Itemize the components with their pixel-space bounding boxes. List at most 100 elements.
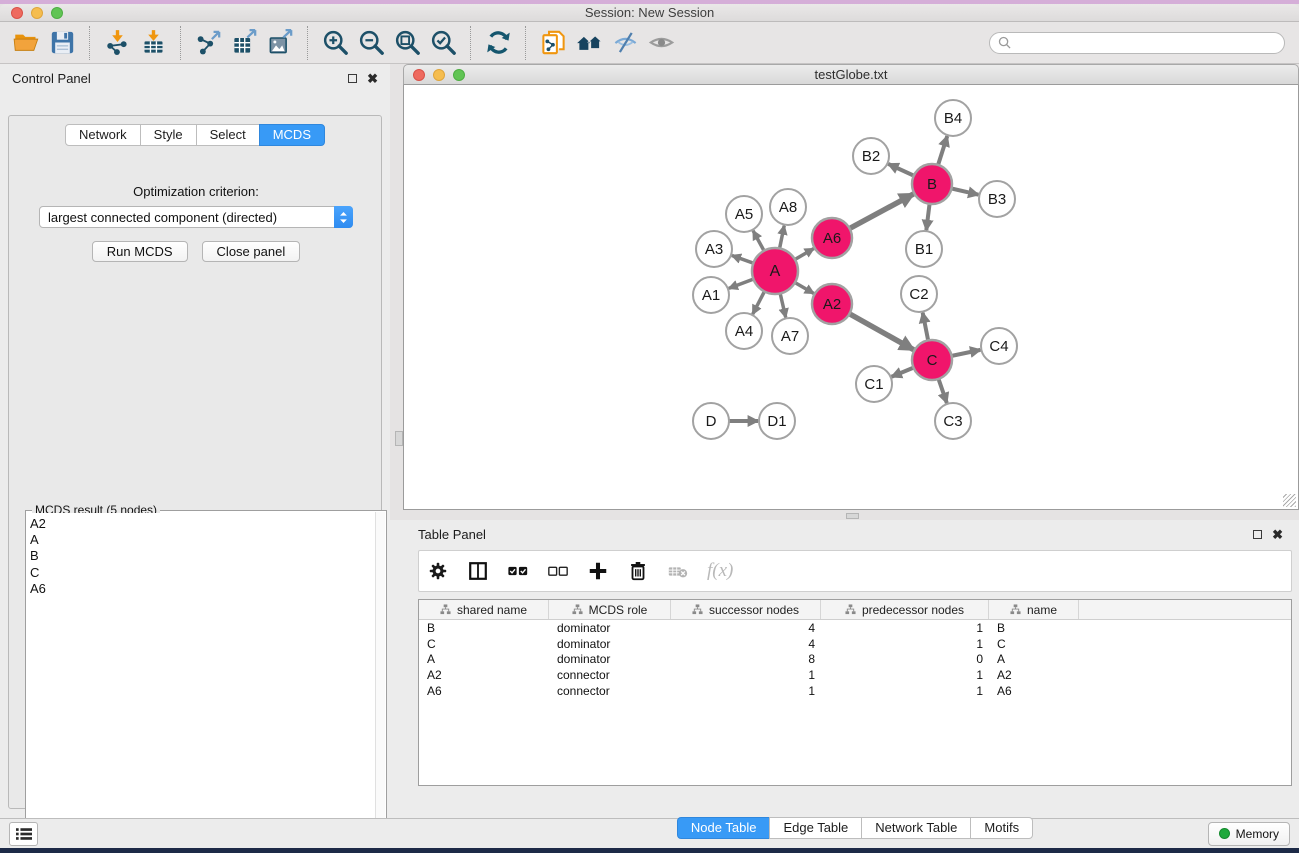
column-header-MCDS-role[interactable]: MCDS role [549,600,671,619]
table-row[interactable]: Adominator80A [419,651,1291,667]
table-row[interactable]: A6connector11A6 [419,683,1291,699]
mcds-result-scrollbar[interactable] [375,512,385,848]
import-network-icon[interactable] [99,25,135,61]
tab-select[interactable]: Select [196,124,260,146]
table-cell[interactable]: A [989,651,1079,667]
node-B1[interactable]: B1 [906,231,942,267]
table-cell[interactable]: A6 [989,683,1079,699]
node-A3[interactable]: A3 [696,231,732,267]
table-row[interactable]: Cdominator41C [419,636,1291,652]
table-cell[interactable]: 4 [671,620,821,636]
unselect-all-icon[interactable] [547,556,569,586]
column-header-predecessor-nodes[interactable]: predecessor nodes [821,600,989,619]
column-header-successor-nodes[interactable]: successor nodes [671,600,821,619]
tab-network[interactable]: Network [65,124,141,146]
node-A5[interactable]: A5 [726,196,762,232]
show-all-icon[interactable] [643,25,679,61]
table-cell[interactable]: 1 [821,620,989,636]
network-graph[interactable]: AA6A2BCA1A3A4A5A7A8B1B2B3B4C1C2C3C4DD1 [404,85,1298,508]
table-cell[interactable]: A [419,651,549,667]
float-panel-icon[interactable] [348,74,357,83]
save-session-icon[interactable] [44,25,80,61]
new-network-from-selection-icon[interactable] [535,25,571,61]
first-neighbors-icon[interactable] [571,25,607,61]
export-table-icon[interactable] [226,25,262,61]
hide-selected-icon[interactable] [607,25,643,61]
open-file-icon[interactable] [8,25,44,61]
close-panel-button[interactable]: Close panel [202,241,301,262]
mcds-result-item[interactable]: A [30,532,372,548]
export-network-icon[interactable] [190,25,226,61]
node-A6[interactable]: A6 [812,218,852,258]
optimization-criterion-select[interactable]: largest connected component (directed) [39,206,353,228]
function-builder-icon[interactable]: f(x) [707,556,733,586]
splitter-handle-horizontal[interactable] [846,513,859,519]
node-A7[interactable]: A7 [772,318,808,354]
delete-icon[interactable] [627,556,649,586]
node-B[interactable]: B [912,164,952,204]
column-view-icon[interactable] [467,556,489,586]
table-cell[interactable]: 0 [821,651,989,667]
node-D[interactable]: D [693,403,729,439]
network-window-titlebar[interactable]: testGlobe.txt [403,64,1299,85]
search-input[interactable] [1016,36,1276,50]
tab-node-table[interactable]: Node Table [677,817,771,839]
tab-edge-table[interactable]: Edge Table [769,817,862,839]
table-cell[interactable]: 8 [671,651,821,667]
delete-column-icon[interactable] [667,556,689,586]
table-row[interactable]: A2connector11A2 [419,667,1291,683]
zoom-selected-icon[interactable] [425,25,461,61]
node-A4[interactable]: A4 [726,313,762,349]
table-row[interactable]: Bdominator41B [419,620,1291,636]
splitter-handle-vertical[interactable] [395,431,403,446]
import-table-icon[interactable] [135,25,171,61]
table-cell[interactable]: dominator [549,620,671,636]
gear-icon[interactable] [427,556,449,586]
mcds-result-item[interactable]: A6 [30,581,372,597]
node-B4[interactable]: B4 [935,100,971,136]
close-panel-icon[interactable]: ✖ [367,72,378,85]
table-cell[interactable]: A2 [419,667,549,683]
table-cell[interactable]: 1 [821,636,989,652]
table-cell[interactable]: dominator [549,651,671,667]
node-C1[interactable]: C1 [856,366,892,402]
table-cell[interactable]: 1 [671,683,821,699]
node-A8[interactable]: A8 [770,189,806,225]
table-cell[interactable]: connector [549,667,671,683]
zoom-fit-icon[interactable] [389,25,425,61]
table-cell[interactable]: A2 [989,667,1079,683]
table-cell[interactable]: B [419,620,549,636]
mcds-result-list[interactable]: A2ABCA6 [28,513,374,847]
network-canvas[interactable]: AA6A2BCA1A3A4A5A7A8B1B2B3B4C1C2C3C4DD1 [403,85,1299,510]
close-table-panel-icon[interactable]: ✖ [1272,528,1283,541]
table-cell[interactable]: dominator [549,636,671,652]
node-D1[interactable]: D1 [759,403,795,439]
tab-motifs[interactable]: Motifs [970,817,1033,839]
zoom-out-icon[interactable] [353,25,389,61]
mcds-result-item[interactable]: A2 [30,516,372,532]
resize-grip-icon[interactable] [1283,494,1296,507]
node-A2[interactable]: A2 [812,284,852,324]
export-image-icon[interactable] [262,25,298,61]
table-cell[interactable]: 1 [671,667,821,683]
table-cell[interactable]: C [989,636,1079,652]
zoom-in-icon[interactable] [317,25,353,61]
select-all-icon[interactable] [507,556,529,586]
table-cell[interactable]: C [419,636,549,652]
node-A1[interactable]: A1 [693,277,729,313]
node-C4[interactable]: C4 [981,328,1017,364]
toolbar-search[interactable] [989,32,1285,54]
table-cell[interactable]: B [989,620,1079,636]
table-cell[interactable]: 1 [821,667,989,683]
node-C2[interactable]: C2 [901,276,937,312]
node-C3[interactable]: C3 [935,403,971,439]
tab-network-table[interactable]: Network Table [861,817,971,839]
table-cell[interactable]: 1 [821,683,989,699]
task-history-button[interactable] [9,822,38,846]
tab-style[interactable]: Style [140,124,197,146]
refresh-icon[interactable] [480,25,516,61]
node-C[interactable]: C [912,340,952,380]
run-mcds-button[interactable]: Run MCDS [92,241,188,262]
table-cell[interactable]: connector [549,683,671,699]
table-cell[interactable]: 4 [671,636,821,652]
